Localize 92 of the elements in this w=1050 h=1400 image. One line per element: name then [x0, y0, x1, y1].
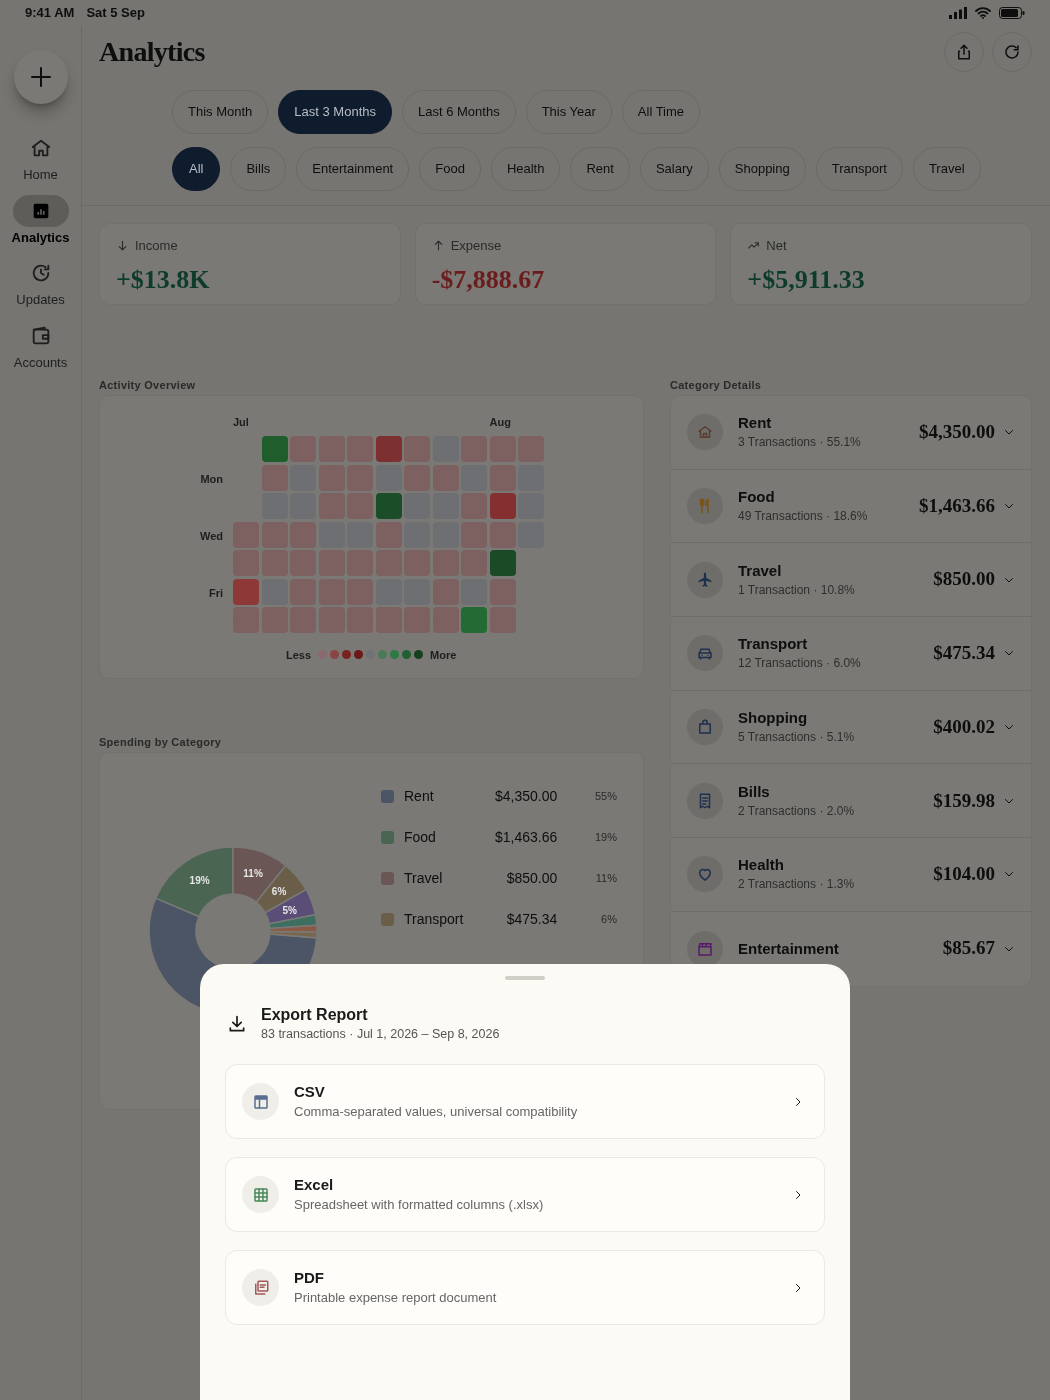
summary-label: Net: [766, 237, 787, 255]
sidebar-nav-item[interactable]: Home: [12, 132, 69, 185]
legend-percent: 6%: [600, 912, 617, 928]
legend-less-label: Less: [286, 647, 312, 663]
weekday-label: Wed: [199, 528, 223, 544]
sidebar-nav-item[interactable]: Updates: [12, 257, 69, 310]
category-name: Shopping: [738, 708, 809, 729]
category-subtitle: 49 Transactions · 18.6%: [738, 508, 869, 526]
category-name: Entertainment: [738, 938, 840, 959]
option-description: Comma-separated values, universal compatibility: [294, 1102, 579, 1121]
category-row[interactable]: Food 49 Transactions · 18.6% $1,463.66: [671, 469, 1031, 544]
legend-amount: $4,350.00: [494, 787, 558, 806]
category-subtitle: 12 Transactions · 6.0%: [738, 655, 862, 673]
category-filter-chip[interactable]: All: [172, 147, 221, 191]
share-icon: [955, 43, 973, 61]
summary-label: Expense: [450, 237, 502, 255]
signal-icon: [949, 7, 967, 19]
slice-label: 5%: [282, 904, 297, 916]
page-title: Analytics: [99, 35, 205, 69]
category-name: Health: [738, 855, 785, 876]
category-amount: $4,350.00: [919, 420, 995, 445]
period-tab[interactable]: Last 3 Months: [278, 90, 392, 134]
slice-label: 19%: [189, 875, 210, 886]
legend-amount: $1,463.66: [494, 828, 558, 847]
download-icon: [227, 1014, 247, 1034]
legend-percent: 19%: [593, 830, 617, 846]
arrow-down-icon: [116, 239, 129, 253]
add-button[interactable]: [13, 50, 68, 104]
sheet-title: Export Report: [261, 1005, 369, 1025]
summary-value: +$13.8K: [116, 263, 211, 296]
legend-amount: $850.00: [505, 869, 558, 888]
category-name: Bills: [738, 781, 771, 802]
category-amount: $400.02: [933, 714, 995, 739]
section-title: Activity Overview: [99, 378, 197, 393]
sheet-subtitle: 83 transactions · Jul 1, 2026 – Sep 8, 2026: [261, 1026, 500, 1043]
category-row[interactable]: Health 2 Transactions · 1.3% $104.00: [671, 838, 1031, 912]
legend-name: Rent: [404, 787, 435, 806]
category-row[interactable]: Rent 3 Transactions · 55.1% $4,350.00: [671, 396, 1031, 470]
category-subtitle: 2 Transactions · 2.0%: [738, 802, 856, 820]
category-subtitle: 5 Transactions · 5.1%: [738, 729, 856, 747]
status-time: 9:41 AM: [25, 4, 75, 23]
category-name: Travel: [738, 560, 783, 581]
legend-name: Food: [404, 828, 437, 847]
summary-label: Income: [135, 237, 178, 255]
category-amount: $104.00: [933, 862, 995, 887]
export-option[interactable]: Excel Spreadsheet with formatted columns (.xlsx): [225, 1157, 825, 1232]
weekday-label: Mon: [200, 471, 223, 487]
section-title: Spending by Category: [99, 735, 223, 750]
category-amount: $1,463.66: [919, 493, 995, 518]
option-title: Excel: [294, 1174, 335, 1195]
option-description: Spreadsheet with formatted columns (.xlsx): [294, 1195, 545, 1214]
category-subtitle: 3 Transactions · 55.1%: [738, 434, 862, 452]
category-name: Transport: [738, 634, 809, 655]
section-title: Category Details: [670, 378, 763, 393]
legend-more-label: More: [430, 647, 457, 663]
category-amount: $85.67: [942, 936, 995, 961]
status-date: Sat 5 Sep: [86, 4, 145, 23]
category-name: Rent: [738, 413, 773, 434]
category-amount: $159.98: [933, 788, 995, 813]
option-description: Printable expense report document: [294, 1288, 498, 1307]
drag-handle[interactable]: [505, 976, 545, 980]
category-subtitle: 2 Transactions · 1.3%: [738, 876, 856, 894]
category-amount: $475.34: [933, 641, 995, 666]
summary-value: +$5,911.33: [747, 263, 866, 296]
legend-percent: 11%: [594, 871, 617, 887]
category-name: Food: [738, 487, 776, 508]
month-label: Jul: [233, 415, 249, 430]
home-icon: [29, 137, 52, 159]
legend-percent: 55%: [593, 789, 617, 805]
category-amount: $850.00: [933, 567, 995, 592]
category-row[interactable]: Transport 12 Transactions · 6.0% $475.34: [671, 617, 1031, 691]
category-subtitle: 1 Transaction · 10.8%: [738, 581, 856, 599]
legend-name: Travel: [404, 869, 444, 888]
month-label: Aug: [489, 415, 511, 430]
category-row[interactable]: Travel 1 Transaction · 10.8% $850.00: [671, 543, 1031, 618]
export-option[interactable]: PDF Printable expense report document: [225, 1250, 825, 1325]
export-option[interactable]: CSV Comma-separated values, universal compatibility: [225, 1064, 825, 1139]
legend-name: Transport: [404, 910, 465, 929]
slice-label: 11%: [243, 868, 263, 880]
refresh-icon: [1003, 43, 1021, 61]
sidebar-nav-item[interactable]: Accounts: [12, 319, 69, 372]
category-row[interactable]: Shopping 5 Transactions · 5.1% $400.02: [671, 690, 1031, 765]
option-title: CSV: [294, 1081, 326, 1102]
battery-icon: [999, 7, 1025, 19]
legend-amount: $475.34: [505, 910, 558, 929]
summary-value: -$7,888.67: [431, 263, 546, 296]
slice-label: 6%: [271, 886, 287, 898]
wifi-icon: [975, 7, 991, 19]
weekday-label: Fri: [208, 585, 223, 601]
plus-icon: [28, 65, 53, 89]
option-title: PDF: [294, 1267, 325, 1288]
category-row[interactable]: Bills 2 Transactions · 2.0% $159.98: [671, 764, 1031, 839]
